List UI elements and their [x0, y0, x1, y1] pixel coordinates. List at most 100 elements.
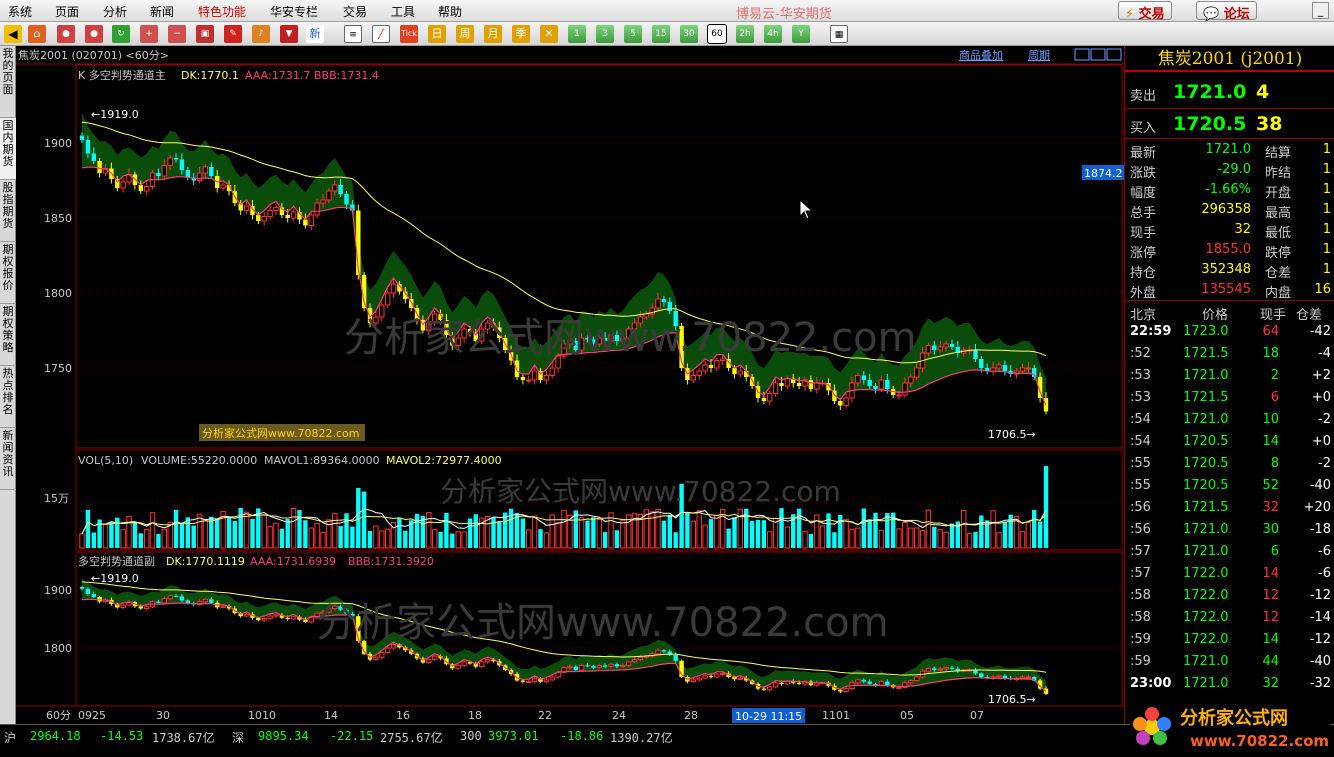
sub-candle-body	[596, 664, 602, 669]
period-5-button[interactable]: 5	[624, 25, 642, 43]
main-candle-body	[708, 365, 714, 368]
tick-button[interactable]: Tick	[400, 25, 418, 43]
tick-row[interactable]: :57 1722.0 14 -6	[1125, 564, 1334, 584]
menu-news[interactable]: 新闻	[150, 3, 174, 20]
cancel-icon[interactable]: ●	[85, 25, 103, 43]
watermark-volume: 分析家公式网www.70822.com	[440, 475, 841, 508]
volume-bar	[250, 518, 255, 548]
menu-system[interactable]: 系统	[8, 3, 32, 20]
period-2h-button[interactable]: 2h	[736, 25, 754, 43]
sub-candle-body	[426, 659, 432, 663]
sub-candle-body	[932, 668, 937, 670]
season-period-button[interactable]: 季	[512, 25, 530, 43]
period-3-button[interactable]: 3	[596, 25, 614, 43]
volume-bar	[338, 526, 343, 548]
tick-row[interactable]: :59 1721.0 44 -40	[1125, 652, 1334, 672]
period-30-button[interactable]: 30	[680, 25, 698, 43]
new-icon[interactable]: 新	[306, 25, 324, 43]
chart-nav-buttons[interactable]	[1074, 48, 1122, 61]
tick-row[interactable]: :58 1722.0 12 -12	[1125, 586, 1334, 606]
volume-bar	[497, 521, 502, 548]
volume-bar	[796, 508, 802, 548]
period-year-button[interactable]: Y	[792, 25, 810, 43]
tick-row[interactable]: :55 1720.5 52 -40	[1125, 476, 1334, 496]
kline-chart-pane[interactable]: 焦炭2001 (020701) <60分> 商品叠加 周期 K 多空判势通道主 …	[16, 46, 1124, 724]
minimize-button[interactable]: _	[1312, 2, 1329, 19]
sub-candle-body	[761, 688, 767, 690]
commodity-overlay-link[interactable]: 商品叠加	[959, 48, 1003, 62]
forum-button[interactable]: 💬 论坛	[1196, 1, 1257, 22]
tick-row[interactable]: :54 1721.0 10 -2	[1125, 410, 1334, 430]
tab-my-page[interactable]: 我的页面	[0, 46, 16, 118]
tick-row[interactable]: :56 1721.5 32 +20	[1125, 498, 1334, 518]
x-tick-label: 16	[396, 709, 410, 722]
x-tick-label: 05	[900, 709, 914, 722]
buy-row[interactable]: 买入 1720.5 38	[1125, 112, 1334, 138]
period-15-button[interactable]: 15	[652, 25, 670, 43]
tab-hot-ranking[interactable]: 热点排名	[0, 366, 16, 428]
tab-news[interactable]: 新闻资讯	[0, 428, 16, 490]
period-1-button[interactable]: 1	[568, 25, 586, 43]
menu-tools[interactable]: 工具	[391, 3, 415, 20]
home-icon[interactable]: ⌂	[28, 25, 46, 43]
tick-row[interactable]: 23:00 1721.0 32 -32	[1125, 674, 1334, 694]
period-link[interactable]: 周期	[1028, 49, 1050, 62]
menu-huaan-column[interactable]: 华安专栏	[270, 3, 318, 20]
trade-button[interactable]: ⚡ 交易	[1118, 1, 1172, 22]
day-period-button[interactable]: 日	[428, 25, 446, 43]
tab-domestic-futures[interactable]: 国内期货	[0, 118, 16, 180]
tick-row[interactable]: :52 1721.5 18 -4	[1125, 344, 1334, 364]
tick-row[interactable]: 22:59 1723.0 64 -42	[1125, 322, 1334, 342]
site-logo: 分析家公式网 www.70822.com	[1130, 700, 1330, 755]
filter-icon[interactable]: ▼	[280, 25, 298, 43]
menu-help[interactable]: 帮助	[438, 3, 462, 20]
volume-bar	[832, 532, 837, 548]
tick-row[interactable]: :55 1720.5 8 -2	[1125, 454, 1334, 474]
menu-page[interactable]: 页面	[55, 3, 79, 20]
stop-icon[interactable]: ●	[57, 25, 75, 43]
zoom-out-icon[interactable]: −	[168, 25, 186, 43]
bell-icon[interactable]: ♪	[252, 25, 270, 43]
sub-candle-body	[373, 656, 379, 661]
tick-row[interactable]: :53 1721.5 6 +0	[1125, 388, 1334, 408]
main-candle-body	[520, 377, 526, 380]
sub-candle-body	[737, 677, 743, 680]
tick-row[interactable]: :54 1720.5 14 +0	[1125, 432, 1334, 452]
sell-row[interactable]: 卖出 1721.0 4	[1125, 80, 1334, 106]
month-period-button[interactable]: 月	[484, 25, 502, 43]
sub-candle-body	[202, 598, 209, 603]
close-period-icon[interactable]: ✕	[540, 25, 558, 43]
draw-pen-icon[interactable]: ✎	[224, 25, 242, 43]
tab-index-futures[interactable]: 股指期货	[0, 180, 16, 242]
back-arrow-icon[interactable]: ◀	[4, 25, 22, 43]
kline-icon[interactable]: ╱	[372, 25, 390, 43]
watermark-main: 分析家公式网www.70822.com	[344, 315, 917, 361]
sub-aaa-value: AAA:1731.6939	[250, 555, 336, 568]
week-period-button[interactable]: 周	[456, 25, 474, 43]
period-4h-button[interactable]: 4h	[764, 25, 782, 43]
zoom-in-icon[interactable]: +	[140, 25, 158, 43]
tick-row[interactable]: :56 1721.0 30 -18	[1125, 520, 1334, 540]
x-tick-label: 30	[156, 709, 170, 722]
kline-chart[interactable]: 焦炭2001 (020701) <60分> 商品叠加 周期 K 多空判势通道主 …	[16, 46, 1124, 724]
sub-low-label: 1706.5→	[988, 693, 1036, 706]
menu-features[interactable]: 特色功能	[198, 3, 246, 20]
period-60-button[interactable]: 60	[707, 24, 727, 44]
tick-row[interactable]: :53 1721.0 2 +2	[1125, 366, 1334, 386]
volume-bar	[350, 526, 355, 548]
tick-row[interactable]: :58 1722.0 12 -14	[1125, 608, 1334, 628]
menu-analysis[interactable]: 分析	[103, 3, 127, 20]
tick-row[interactable]: :59 1722.0 14 -12	[1125, 630, 1334, 650]
main-candle-body	[79, 135, 85, 140]
tab-option-quotes[interactable]: 期权报价	[0, 242, 16, 304]
main-panel-frame	[75, 64, 1123, 449]
grid-icon[interactable]: ▦	[830, 25, 848, 43]
window-icon[interactable]: ▣	[196, 25, 214, 43]
tick-time: :57	[1130, 544, 1151, 559]
menu-trade[interactable]: 交易	[343, 3, 367, 20]
sub-candle-body	[520, 680, 526, 682]
list-icon[interactable]: ≡	[344, 25, 362, 43]
tick-row[interactable]: :57 1721.0 6 -6	[1125, 542, 1334, 562]
tab-option-strategy[interactable]: 期权策略	[0, 304, 16, 366]
refresh-icon[interactable]: ↻	[112, 25, 130, 43]
